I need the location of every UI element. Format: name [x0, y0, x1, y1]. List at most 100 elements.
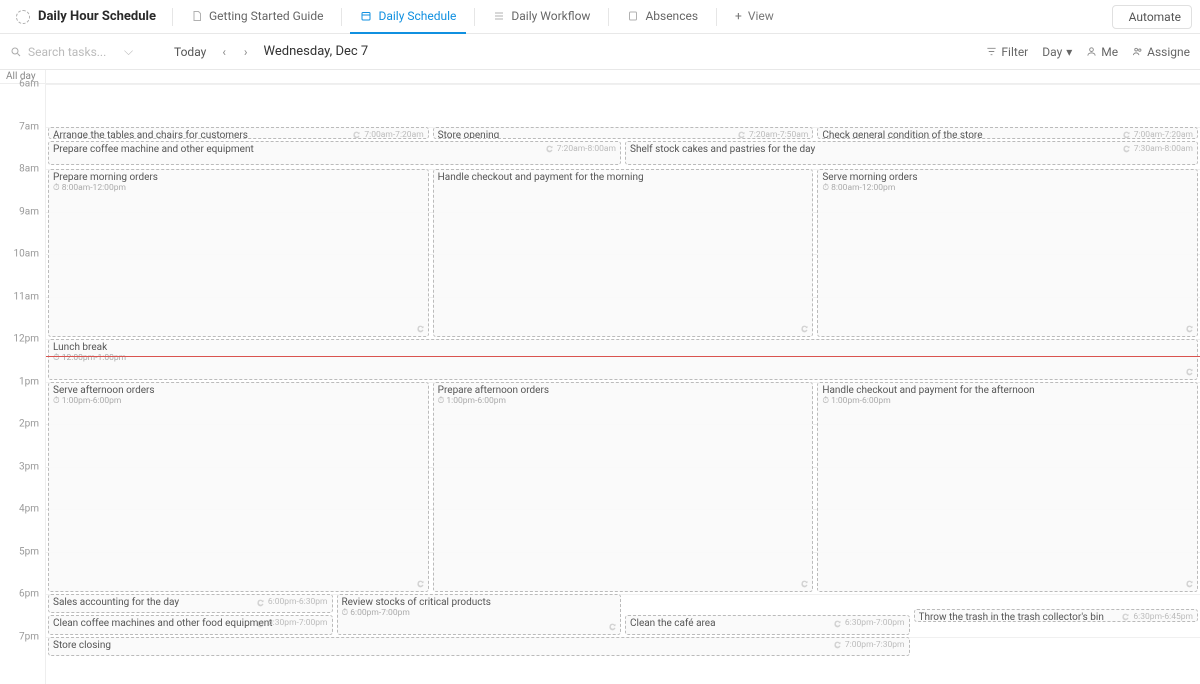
- calendar: All day 6am7am8am9am10am11am12pm1pm2pm3p…: [0, 70, 1200, 684]
- event-time: 6:00pm-6:30pm: [256, 597, 328, 607]
- calendar-grid[interactable]: Arrange the tables and chairs for custom…: [46, 84, 1200, 684]
- assignee-label: Assigne: [1147, 45, 1190, 59]
- tabs-bar: Daily Hour Schedule Getting Started Guid…: [0, 0, 1200, 34]
- event-title: Handle checkout and payment for the morn…: [438, 172, 809, 183]
- me-label: Me: [1101, 45, 1118, 59]
- event-block[interactable]: Throw the trash in the trash collector's…: [914, 609, 1199, 622]
- event-title: Serve morning orders: [822, 172, 1193, 183]
- event-block[interactable]: Check general condition of the store7:00…: [817, 127, 1198, 139]
- recurring-icon: [833, 619, 842, 628]
- recurring-icon: [1185, 324, 1194, 333]
- tab-icon: [627, 10, 639, 22]
- event-title: Serve afternoon orders: [53, 385, 424, 396]
- divider: [608, 8, 609, 26]
- event-time: 7:00pm-7:30pm: [833, 640, 905, 650]
- me-button[interactable]: Me: [1086, 45, 1118, 59]
- event-block[interactable]: Sales accounting for the day6:00pm-6:30p…: [48, 594, 333, 613]
- event-time: ⏱ 1:00pm-6:00pm: [438, 396, 809, 406]
- hour-label: 6am: [19, 79, 39, 90]
- event-time: ⏱ 1:00pm-6:00pm: [53, 396, 424, 406]
- recurring-icon: [545, 144, 554, 153]
- tab-daily-workflow[interactable]: Daily Workflow: [483, 0, 600, 34]
- event-block[interactable]: Lunch break⏱ 12:00pm-1:00pm: [48, 339, 1198, 380]
- recurring-icon: [800, 579, 809, 588]
- event-title: Lunch break: [53, 342, 1193, 353]
- plus-icon: +: [735, 9, 742, 23]
- event-block[interactable]: Clean coffee machines and other food equ…: [48, 615, 333, 634]
- event-block[interactable]: Handle checkout and payment for the afte…: [817, 382, 1198, 593]
- event-block[interactable]: Review stocks of critical products⏱ 6:00…: [337, 594, 622, 635]
- event-time: 7:30am-8:00am: [1122, 144, 1193, 154]
- tab-absences[interactable]: Absences: [617, 0, 708, 34]
- event-title: Handle checkout and payment for the afte…: [822, 385, 1193, 396]
- hour-line: [46, 84, 1200, 85]
- filter-icon: [986, 46, 997, 57]
- event-time: ⏱ 8:00am-12:00pm: [53, 183, 424, 193]
- event-time: 7:20am-7:50am: [737, 130, 808, 139]
- event-time: 7:00am-7:20am: [1122, 130, 1193, 139]
- tab-daily-schedule[interactable]: Daily Schedule: [350, 0, 466, 34]
- event-title: Prepare coffee machine and other equipme…: [53, 144, 616, 155]
- recurring-icon: [416, 324, 425, 333]
- add-view-label: View: [748, 9, 774, 23]
- recurring-icon: [1122, 144, 1131, 153]
- event-block[interactable]: Shelf stock cakes and pastries for the d…: [625, 141, 1198, 165]
- hour-label: 4pm: [19, 504, 39, 515]
- event-title: Prepare morning orders: [53, 172, 424, 183]
- assignee-button[interactable]: Assigne: [1132, 45, 1190, 59]
- event-time: 7:00am-7:20am: [352, 130, 423, 139]
- allday-row: All day: [0, 70, 1200, 84]
- recurring-icon: [416, 579, 425, 588]
- now-indicator: [46, 356, 1200, 357]
- day-label: Day: [1042, 45, 1062, 59]
- search-wrap: ⌵: [10, 44, 160, 59]
- recurring-icon: [833, 640, 842, 649]
- recurring-icon: [800, 324, 809, 333]
- tab-label: Daily Schedule: [378, 9, 456, 23]
- event-time: ⏱ 1:00pm-6:00pm: [822, 396, 1193, 406]
- event-title: Shelf stock cakes and pastries for the d…: [630, 144, 1193, 155]
- automate-label: Automate: [1129, 10, 1181, 24]
- event-time: 6:30pm-7:00pm: [833, 618, 905, 628]
- event-block[interactable]: Serve afternoon orders⏱ 1:00pm-6:00pm: [48, 382, 429, 593]
- recurring-icon: [256, 598, 265, 607]
- event-block[interactable]: Serve morning orders⏱ 8:00am-12:00pm: [817, 169, 1198, 337]
- search-dropdown-chevron[interactable]: ⌵: [124, 44, 133, 59]
- event-block[interactable]: Prepare morning orders⏱ 8:00am-12:00pm: [48, 169, 429, 337]
- event-block[interactable]: Store opening7:20am-7:50am: [433, 127, 814, 139]
- event-title: Prepare afternoon orders: [438, 385, 809, 396]
- divider: [172, 8, 173, 26]
- tab-label: Getting Started Guide: [209, 9, 323, 23]
- hours-gutter: 6am7am8am9am10am11am12pm1pm2pm3pm4pm5pm6…: [0, 84, 46, 684]
- tab-icon: [493, 10, 505, 22]
- day-dropdown[interactable]: Day ▾: [1042, 45, 1072, 59]
- recurring-icon: [352, 130, 361, 139]
- recurring-icon: [1185, 579, 1194, 588]
- event-block[interactable]: Prepare afternoon orders⏱ 1:00pm-6:00pm: [433, 382, 814, 593]
- hour-label: 2pm: [19, 419, 39, 430]
- event-block[interactable]: Prepare coffee machine and other equipme…: [48, 141, 621, 165]
- tab-getting-started-guide[interactable]: Getting Started Guide: [181, 0, 333, 34]
- today-button[interactable]: Today: [174, 45, 206, 59]
- hour-label: 1pm: [19, 376, 39, 387]
- automate-button[interactable]: Automate: [1112, 5, 1192, 29]
- prev-day-button[interactable]: ‹: [220, 45, 228, 59]
- hour-label: 9am: [19, 206, 39, 217]
- next-day-button[interactable]: ›: [242, 45, 250, 59]
- filter-button[interactable]: Filter: [986, 45, 1028, 59]
- hour-label: 5pm: [19, 546, 39, 557]
- event-block[interactable]: Store closing7:00pm-7:30pm: [48, 637, 910, 656]
- add-view-button[interactable]: + View: [725, 0, 784, 34]
- event-block[interactable]: Clean the café area6:30pm-7:00pm: [625, 615, 910, 634]
- divider: [341, 8, 342, 26]
- search-input[interactable]: [28, 45, 118, 59]
- recurring-icon: [737, 130, 746, 139]
- divider: [716, 8, 717, 26]
- tab-label: Absences: [645, 9, 698, 23]
- recurring-icon: [256, 619, 265, 628]
- event-block[interactable]: Arrange the tables and chairs for custom…: [48, 127, 429, 139]
- event-block[interactable]: Handle checkout and payment for the morn…: [433, 169, 814, 337]
- filter-label: Filter: [1001, 45, 1028, 59]
- tab-icon: [191, 10, 203, 22]
- hour-label: 7am: [19, 121, 39, 132]
